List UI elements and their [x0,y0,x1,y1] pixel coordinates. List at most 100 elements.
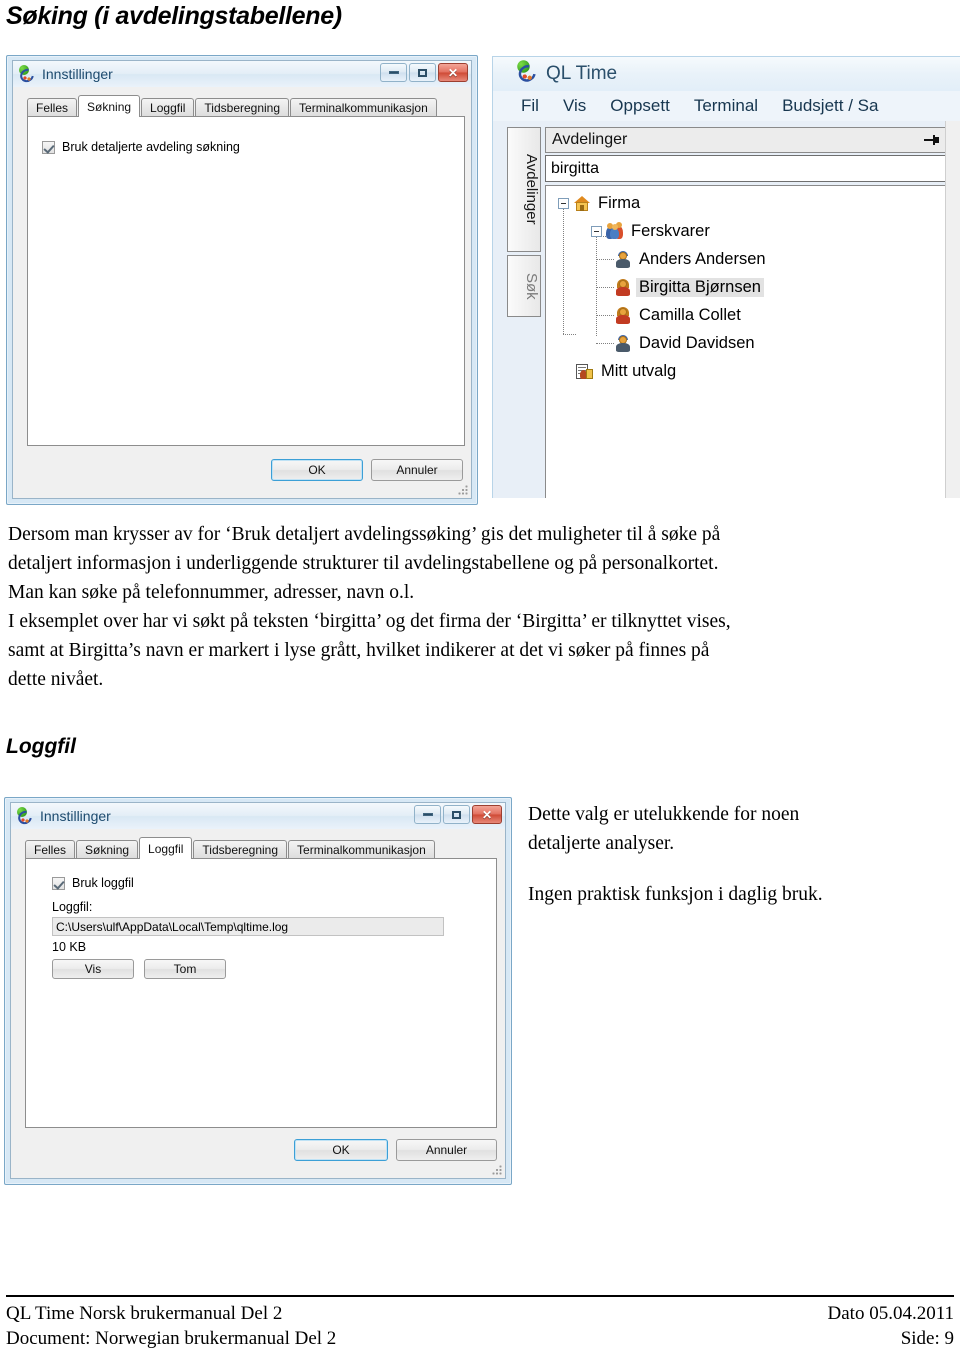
panel-header-label: Avdelinger [552,131,628,148]
tree-connector-root [563,208,564,334]
tree-node-ferskvarer[interactable]: Ferskvarer [591,221,713,241]
qltime-window: QL Time Fil Vis Oppsett Terminal Budsjet… [492,56,960,498]
close-button[interactable]: ✕ [438,63,468,82]
footer-right-line-2: Side: 9 [900,1328,954,1349]
dialog-title: Innstillinger [42,66,113,82]
window-buttons: ✕ [414,805,502,824]
tab-terminalkommunikasjon[interactable]: Terminalkommunikasjon [290,98,437,117]
innstillinger-soking-dialog: Innstillinger ✕ Felles Søkning Loggfil T… [6,55,478,505]
close-button[interactable]: ✕ [472,805,502,824]
minimize-button[interactable] [414,805,441,824]
paragraph-2-line-1: I eksemplet over har vi søkt på teksten … [8,611,731,632]
tree-node-camilla-collet[interactable]: Camilla Collet [614,306,744,325]
tab-tidsberegning[interactable]: Tidsberegning [193,840,288,859]
tree-node-birgitta-bjornsen[interactable]: Birgitta Bjørnsen [614,278,764,297]
ql-client-area: Avdelinger Søk Avdelinger birgitta Firma… [493,121,960,498]
expander-icon[interactable] [558,198,569,209]
ok-button[interactable]: OK [294,1139,388,1161]
search-input-value: birgitta [551,159,600,177]
menu-bar: Fil Vis Oppsett Terminal Budsjett / Sa [493,91,960,121]
footer-right-line-1: Dato 05.04.2011 [827,1303,954,1324]
tab-loggfil[interactable]: Loggfil [141,98,195,117]
side-note-block-2: Ingen praktisk funksjon i daglig bruk. [528,880,928,909]
footer-divider [6,1295,954,1297]
cancel-button[interactable]: Annuler [396,1139,497,1161]
vtab-sok[interactable]: Søk [507,255,541,317]
resize-grip[interactable] [458,485,468,495]
tree-node-label: Ferskvarer [631,222,710,240]
tree-node-anders-andersen[interactable]: Anders Andersen [614,250,769,269]
tree-node-label: Firma [598,194,641,212]
minimize-button[interactable] [380,63,407,82]
bruk-detaljerte-avdeling-sokning-checkbox[interactable] [42,140,55,154]
vertical-scrollbar[interactable] [945,121,960,498]
footer-left-line-1: QL Time Norsk brukermanual Del 2 [6,1303,283,1324]
maximize-icon [452,810,461,819]
app-logo-icon [17,65,37,85]
menu-fil[interactable]: Fil [521,96,539,116]
tree-connector-branch [596,226,597,336]
tree-connector-h-3 [596,259,614,260]
maximize-button[interactable] [443,805,470,824]
tab-felles[interactable]: Felles [25,840,76,859]
menu-budsjett-salg[interactable]: Budsjett / Sa [782,96,878,116]
tree-connector-h-4 [596,287,614,288]
tree-node-label: Anders Andersen [639,250,766,268]
resize-grip[interactable] [492,1165,502,1175]
tree-node-label: David Davidsen [639,334,755,352]
tab-strip: Felles Søkning Loggfil Tidsberegning Ter… [25,837,436,859]
tab-tidsberegning[interactable]: Tidsberegning [195,98,290,117]
window-buttons: ✕ [380,63,468,82]
search-input[interactable]: birgitta [545,155,949,182]
person-red-icon [614,278,632,296]
ql-app-logo-icon [515,60,544,88]
person-blue-icon [614,250,632,268]
tab-terminalkommunikasjon[interactable]: Terminalkommunikasjon [288,840,435,859]
paragraph-2: I eksemplet over har vi søkt på teksten … [8,607,908,694]
menu-terminal[interactable]: Terminal [694,96,758,116]
title-bar: Innstillinger ✕ [11,803,505,829]
minimize-icon [388,71,399,74]
tab-sokning[interactable]: Søkning [78,95,141,117]
tree-node-david-davidsen[interactable]: David Davidsen [614,334,758,353]
tree-node-mitt-utvalg[interactable]: Mitt utvalg [576,362,679,381]
vis-button[interactable]: Vis [52,959,134,979]
person-red-icon [614,306,632,324]
vertical-tab-strip: Avdelinger Søk [507,127,541,320]
ok-button[interactable]: OK [271,459,363,481]
bruk-loggfil-checkbox[interactable] [52,876,65,890]
group-icon [606,221,624,240]
tab-loggfil[interactable]: Loggfil [139,837,193,859]
house-icon [573,195,591,212]
bruk-loggfil-row[interactable]: Bruk loggfil [52,876,134,890]
menu-vis[interactable]: Vis [563,96,586,116]
maximize-icon [418,68,427,77]
tab-strip: Felles Søkning Loggfil Tidsberegning Ter… [27,95,438,117]
page-title: Søking (i avdelingstabellene) [6,2,342,30]
tree-connector-h-6 [596,343,614,344]
tab-sokning[interactable]: Søkning [76,840,139,859]
tree-node-firma[interactable]: Firma [558,194,643,213]
tab-page-loggfil: Bruk loggfil Loggfil: C:\Users\ulf\AppDa… [25,858,497,1128]
panel-header-avdelinger: Avdelinger [545,127,949,153]
avdelinger-tree[interactable]: Firma Ferskvarer Anders Andersen Birgitt… [545,185,949,498]
expander-icon[interactable] [591,226,602,237]
app-logo-icon [15,807,35,827]
pin-icon[interactable] [924,133,940,147]
maximize-button[interactable] [409,63,436,82]
bruk-detaljerte-avdeling-sokning-row[interactable]: Bruk detaljerte avdeling søkning [42,140,240,154]
menu-oppsett[interactable]: Oppsett [610,96,670,116]
tree-node-label: Birgitta Bjørnsen [636,278,764,297]
ql-window-title: QL Time [546,63,618,84]
person-blue-icon [614,334,632,352]
close-icon: ✕ [447,65,459,80]
dialog-title: Innstillinger [40,808,111,824]
cancel-button[interactable]: Annuler [371,459,463,481]
tab-felles[interactable]: Felles [27,98,78,117]
loggfil-path-value: C:\Users\ulf\AppData\Local\Temp\qltime.l… [56,919,289,934]
dialog-client-area: Innstillinger ✕ Felles Søkning Loggfil T… [12,60,472,499]
title-bar: Innstillinger ✕ [13,61,471,87]
vtab-avdelinger[interactable]: Avdelinger [507,127,541,252]
loggfil-path-field[interactable]: C:\Users\ulf\AppData\Local\Temp\qltime.l… [52,917,444,936]
tom-button[interactable]: Tom [144,959,226,979]
